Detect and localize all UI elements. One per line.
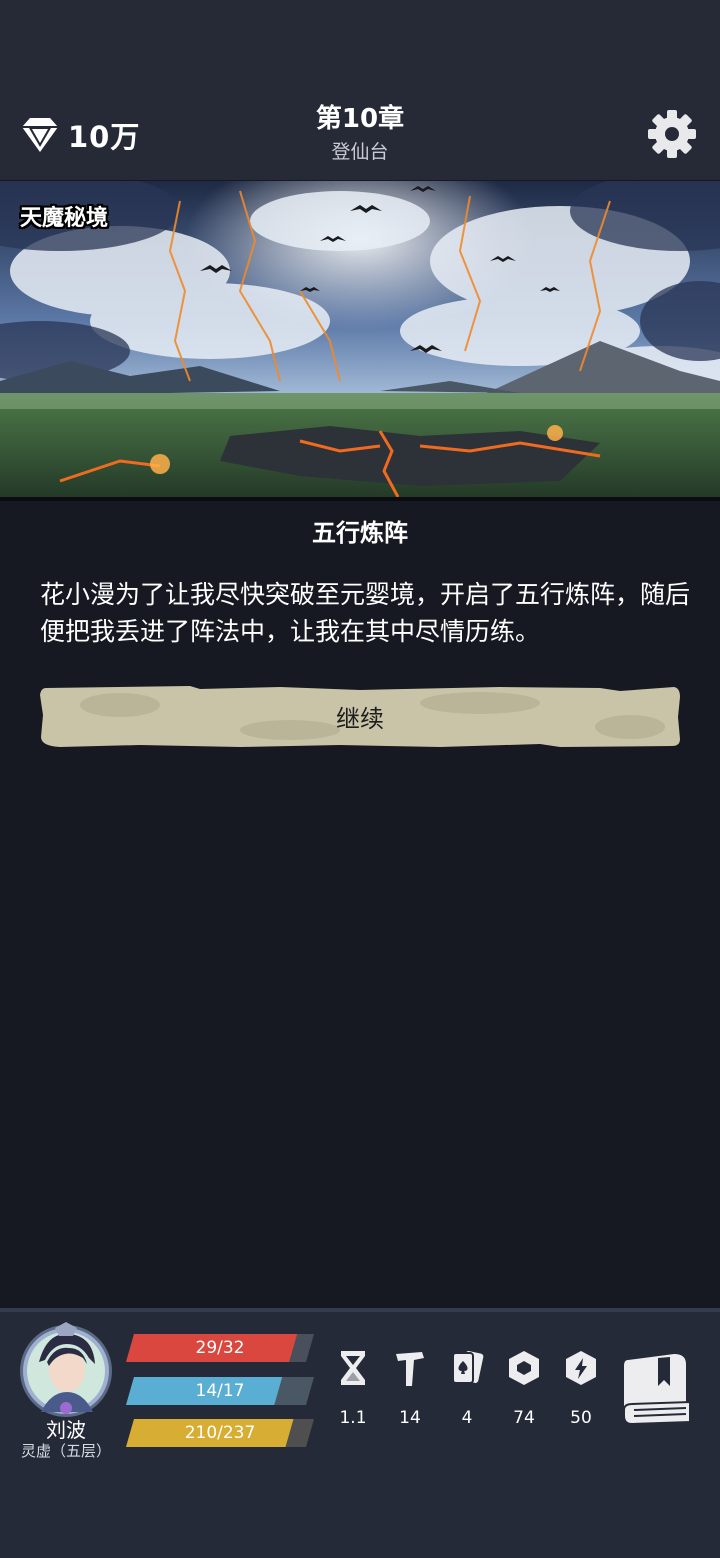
attr-attack-value: 14 (399, 1408, 421, 1428)
shield-hex-icon (509, 1351, 539, 1385)
character-name: 刘波 (46, 1418, 86, 1442)
attr-energy-value: 50 (570, 1408, 592, 1428)
hourglass-icon (341, 1351, 365, 1385)
mp-text: 14/17 (195, 1381, 245, 1401)
hp-text: 29/32 (195, 1338, 245, 1358)
attr-speed-value: 1.1 (339, 1408, 367, 1428)
continue-label: 继续 (336, 705, 384, 733)
gear-icon[interactable] (646, 108, 698, 160)
mp-bar: 14/17 (126, 1377, 314, 1405)
chapter-title: 第10章 (315, 104, 405, 134)
exp-text: 210/237 (184, 1423, 256, 1443)
avatar[interactable] (17, 1322, 115, 1420)
attr-energy[interactable]: 50 (553, 1348, 609, 1428)
card-spade-icon (452, 1351, 484, 1384)
event-description: 花小漫为了让我尽快突破至元婴境，开启了五行炼阵，随后便把我丢进了阵法中，让我在其… (40, 580, 691, 646)
hp-bar: 29/32 (126, 1334, 314, 1362)
game-screen: 10万 第10章 登仙台 天魔秘境 五行炼阵 花小漫为了让我尽快突破至元婴境，开… (0, 0, 720, 1558)
character-realm: 灵虚（五层） (20, 1442, 111, 1460)
continue-button[interactable]: 继续 (40, 685, 680, 748)
attr-cards-value: 4 (461, 1408, 473, 1428)
gem-counter[interactable]: 10万 (18, 114, 140, 156)
chapter-subtitle: 登仙台 (331, 141, 389, 163)
chapter-header: 第10章 登仙台 (210, 100, 510, 166)
attr-cards[interactable]: 4 (439, 1348, 495, 1428)
attr-defense-value: 74 (513, 1408, 535, 1428)
event-title: 五行炼阵 (312, 519, 408, 547)
hammer-icon (396, 1352, 424, 1386)
exp-bar: 210/237 (126, 1419, 314, 1447)
character-portrait (20, 1322, 112, 1417)
lightning-hex-icon (566, 1351, 596, 1385)
diamond-icon (22, 118, 58, 152)
gem-count: 10万 (68, 120, 141, 154)
book-icon[interactable] (620, 1352, 694, 1426)
location-label: 天魔秘境 (20, 206, 109, 231)
attr-attack[interactable]: 14 (382, 1348, 438, 1428)
attr-defense[interactable]: 74 (496, 1348, 552, 1428)
attr-speed[interactable]: 1.1 (325, 1348, 381, 1428)
